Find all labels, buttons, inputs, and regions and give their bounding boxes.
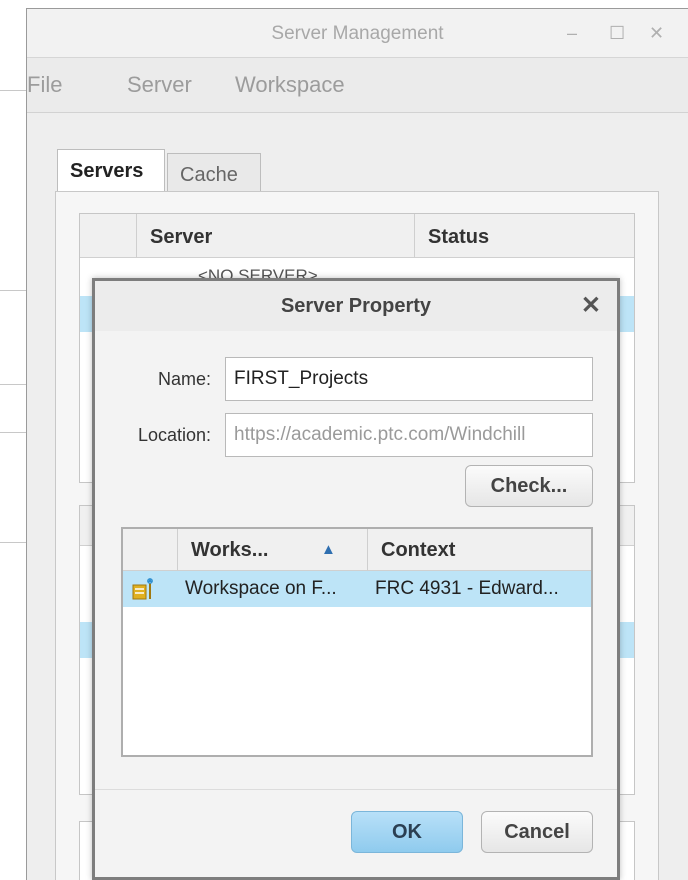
workspace-context-cell: FRC 4931 - Edward... [375,578,559,599]
close-icon[interactable]: ✕ [649,23,664,44]
workspace-table: Works... ▲ Context Workspace on F... FRC… [121,527,593,757]
location-label: Location: [137,425,211,445]
check-button[interactable]: Check... [465,465,593,507]
close-icon[interactable]: ✕ [581,291,601,320]
workspace-name-cell: Workspace on F... [185,578,337,599]
column-header-context[interactable]: Context [381,539,455,562]
workspace-icon [131,577,155,601]
column-separator [177,529,178,571]
name-field[interactable]: FIRST_Projects [225,357,593,401]
cancel-button[interactable]: Cancel [481,811,593,853]
menu-workspace[interactable]: Workspace [235,72,345,98]
sort-ascending-icon[interactable]: ▲ [321,541,336,558]
column-header-workspace[interactable]: Works... [191,539,268,562]
footer-divider [95,789,617,790]
minimize-icon[interactable]: – [567,23,577,44]
ok-button[interactable]: OK [351,811,463,853]
window-titlebar[interactable]: Server Management – ☐ ✕ [27,9,688,57]
workspace-table-header: Works... ▲ Context [123,529,591,571]
column-header-server[interactable]: Server [150,226,212,249]
column-header-status[interactable]: Status [428,226,489,249]
tab-cache[interactable]: Cache [167,153,261,193]
dialog-title: Server Property [280,295,432,317]
server-property-dialog: Server Property ✕ Name: FIRST_Projects L… [92,278,620,880]
name-label: Name: [157,369,211,389]
window-title: Server Management [271,23,444,44]
tab-servers[interactable]: Servers [57,149,165,193]
menu-file[interactable]: File [27,72,62,98]
servers-table-header: Server Status [80,214,634,258]
menu-server[interactable]: Server [127,72,192,98]
dialog-titlebar[interactable]: Server Property ✕ [95,281,617,331]
column-separator [136,214,137,258]
menu-bar: File Server Workspace [27,57,688,113]
column-separator [414,214,415,258]
workspace-row[interactable]: Workspace on F... FRC 4931 - Edward... [123,571,591,607]
column-separator [367,529,368,571]
location-field[interactable]: https://academic.ptc.com/Windchill [225,413,593,457]
screen: Server Management – ☐ ✕ File Server Work… [0,0,688,880]
maximize-icon[interactable]: ☐ [609,23,625,44]
